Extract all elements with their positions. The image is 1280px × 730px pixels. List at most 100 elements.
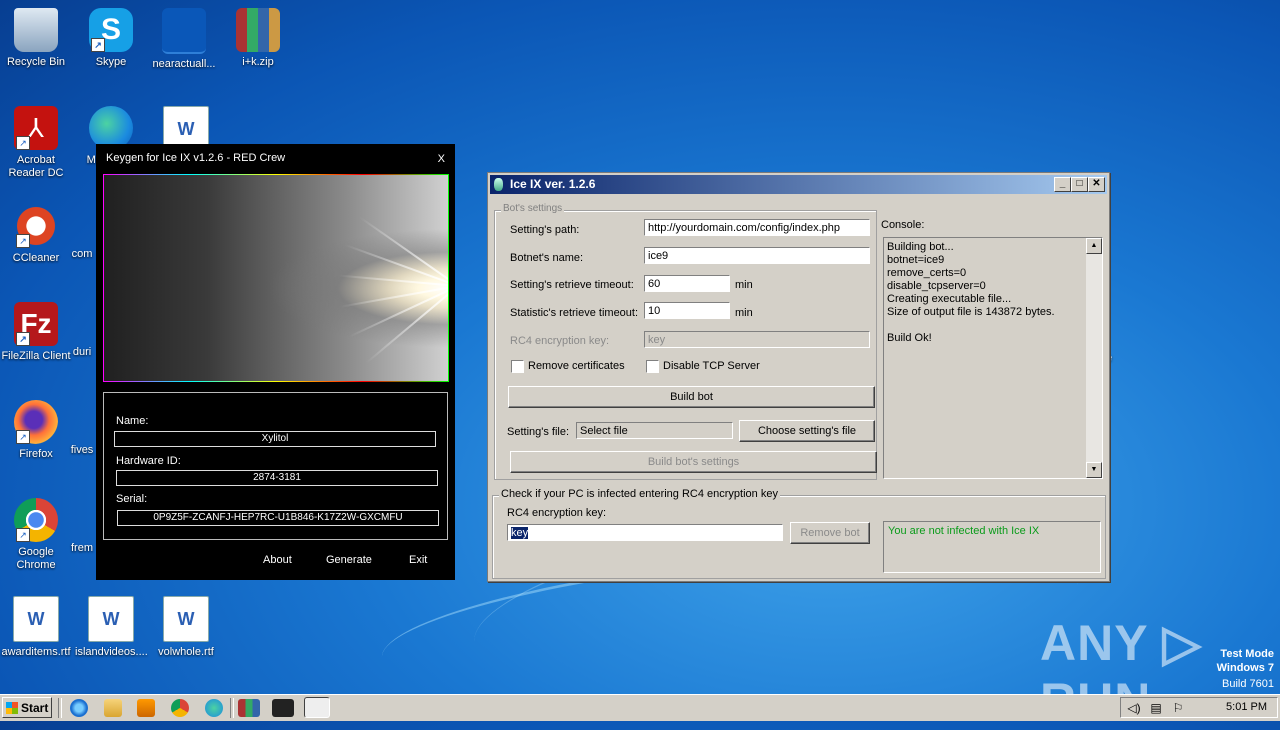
scroll-up-arrow-icon[interactable]: ▲ xyxy=(1086,238,1102,254)
settings-file-input[interactable]: Select file xyxy=(576,422,733,439)
keygen-title: Keygen for Ice IX v1.2.6 - RED Crew xyxy=(106,152,286,164)
volume-icon[interactable]: ◁) xyxy=(1127,701,1141,715)
serial-label: Serial: xyxy=(116,493,148,505)
edge-taskbar-icon[interactable] xyxy=(205,699,223,717)
disable-tcp-label: Disable TCP Server xyxy=(663,360,760,372)
botnet-name-label: Botnet's name: xyxy=(510,252,584,264)
desktop-icon-label: Acrobat Reader DC xyxy=(8,154,64,179)
rc4-key-input[interactable]: key xyxy=(644,331,870,348)
desktop-icon-skype[interactable]: S ↗ Skype xyxy=(75,8,147,69)
desktop-icon-label: CCleaner xyxy=(12,252,60,264)
generate-button[interactable]: Generate xyxy=(326,554,372,566)
minimize-button[interactable]: _ xyxy=(1054,177,1071,192)
iceix-taskbar-icon[interactable] xyxy=(304,697,330,718)
keygen-fields-panel: Name: Xylitol Hardware ID: 2874-3181 Ser… xyxy=(103,392,448,540)
taskbar-separator xyxy=(58,698,62,718)
desktop-icon-label: duri xyxy=(72,346,92,358)
botnet-name-input[interactable]: ice9 xyxy=(644,247,870,264)
desktop-icon-chrome[interactable]: ↗ Google Chrome xyxy=(0,498,72,572)
start-label: Start xyxy=(21,701,49,715)
scroll-down-arrow-icon[interactable]: ▼ xyxy=(1086,462,1102,478)
remove-bot-button[interactable]: Remove bot xyxy=(790,522,870,544)
rc4-key-label: RC4 encryption key: xyxy=(510,335,610,347)
console-text: Building bot... botnet=ice9 remove_certs… xyxy=(887,241,1055,344)
keygen-taskbar-icon[interactable] xyxy=(272,699,294,717)
desktop-icon-label: volwhole.rtf xyxy=(158,646,214,658)
remove-certificates-checkbox[interactable] xyxy=(511,360,524,373)
name-label: Name: xyxy=(116,415,149,427)
hardware-id-field[interactable]: 2874-3181 xyxy=(116,470,438,486)
media-player-icon[interactable] xyxy=(137,699,155,717)
build-bots-settings-button[interactable]: Build bot's settings xyxy=(510,451,877,473)
keygen-artwork xyxy=(103,174,449,382)
ie-icon[interactable] xyxy=(70,699,88,717)
stats-timeout-input[interactable]: 10 xyxy=(644,302,730,319)
maximize-button[interactable]: □ xyxy=(1071,177,1088,192)
stats-timeout-label: Statistic's retrieve timeout: xyxy=(510,307,639,319)
clock[interactable]: 5:01 PM xyxy=(1226,701,1267,713)
check-rc4-key-label: RC4 encryption key: xyxy=(507,507,607,519)
desktop-icon-label: com xyxy=(71,248,93,260)
infection-check-group-label: Check if your PC is infected entering RC… xyxy=(499,488,780,500)
iceix-title: Ice IX ver. 1.2.6 xyxy=(510,177,596,191)
settings-file-label: Setting's file: xyxy=(507,426,570,438)
explorer-icon[interactable] xyxy=(104,699,122,717)
winrar-archive-icon xyxy=(236,8,280,52)
choose-settings-file-button[interactable]: Choose setting's file xyxy=(739,420,875,442)
test-mode-label: Test Mode xyxy=(1220,648,1274,660)
desktop-icon-nearactuall[interactable]: nearactuall... xyxy=(148,8,220,71)
desktop-icon-label: nearactuall... xyxy=(152,58,216,70)
desktop-icon-acrobat[interactable]: ⅄ ↗ Acrobat Reader DC xyxy=(0,106,72,180)
recycle-bin-icon xyxy=(14,8,58,52)
disable-tcp-checkbox[interactable] xyxy=(646,360,659,373)
desktop-icon-label: Google Chrome xyxy=(16,546,56,571)
winrar-taskbar-icon[interactable] xyxy=(238,699,260,717)
bots-settings-group-label: Bot's settings xyxy=(501,203,565,214)
desktop-icon-awarditems[interactable]: W awarditems.rtf xyxy=(0,596,72,659)
exit-button[interactable]: Exit xyxy=(409,554,427,566)
chrome-taskbar-icon[interactable] xyxy=(171,699,189,717)
desktop-icon-recycle-bin[interactable]: Recycle Bin xyxy=(0,8,72,69)
settings-path-input[interactable]: http://yourdomain.com/config/index.php xyxy=(644,219,870,236)
build-label: Build 7601 xyxy=(1222,678,1274,690)
about-button[interactable]: About xyxy=(263,554,292,566)
taskbar: Start ◁) ▤ ⚐ 5:01 PM xyxy=(0,694,1280,721)
acrobat-icon: ⅄ ↗ xyxy=(14,106,58,150)
desktop-icon-label: Skype xyxy=(95,56,127,68)
iceix-title-bar[interactable]: Ice IX ver. 1.2.6 _ □ ✕ xyxy=(490,175,1107,194)
hardware-id-label: Hardware ID: xyxy=(116,455,181,467)
filezilla-icon: Fz ↗ xyxy=(14,302,58,346)
network-icon[interactable]: ▤ xyxy=(1149,701,1163,715)
word-document-icon: W xyxy=(13,596,59,642)
settings-timeout-input[interactable]: 60 xyxy=(644,275,730,292)
build-bot-button[interactable]: Build bot xyxy=(508,386,875,408)
check-rc4-key-input[interactable]: key xyxy=(507,524,783,541)
close-button[interactable]: ✕ xyxy=(1088,177,1105,192)
taskbar-separator xyxy=(230,698,234,718)
keygen-close-button[interactable]: X xyxy=(438,153,445,165)
chrome-icon: ↗ xyxy=(14,498,58,542)
desktop-icon-label: islandvideos.... xyxy=(75,646,148,658)
name-field[interactable]: Xylitol xyxy=(114,431,436,447)
console-scrollbar[interactable]: ▲ ▼ xyxy=(1086,238,1102,478)
serial-field[interactable]: 0P9Z5F-ZCANFJ-HEP7RC-U1B846-K17Z2W-GXCMF… xyxy=(117,510,439,526)
iceix-window[interactable]: Ice IX ver. 1.2.6 _ □ ✕ Bot's settings S… xyxy=(487,172,1110,582)
iceix-app-icon xyxy=(494,178,503,191)
desktop-icon-ik-zip[interactable]: i+k.zip xyxy=(222,8,294,69)
settings-path-label: Setting's path: xyxy=(510,224,580,236)
desktop-icon-islandvideos[interactable]: W islandvideos.... xyxy=(75,596,148,659)
keygen-window[interactable]: Keygen for Ice IX v1.2.6 - RED Crew X Na… xyxy=(96,144,455,580)
desktop-icon-volwhole[interactable]: W volwhole.rtf xyxy=(150,596,222,659)
infection-status: You are not infected with Ice IX xyxy=(883,521,1101,573)
os-label: Windows 7 xyxy=(1216,662,1274,674)
desktop-icon-label: Firefox xyxy=(19,448,53,460)
desktop-icon-label: i+k.zip xyxy=(242,56,274,68)
firefox-icon: ↗ xyxy=(14,400,58,444)
remove-certificates-label: Remove certificates xyxy=(528,360,625,372)
desktop-icon-label: Recycle Bin xyxy=(6,56,66,68)
ccleaner-icon: ↗ xyxy=(14,204,58,248)
start-button[interactable]: Start xyxy=(2,697,52,718)
action-center-flag-icon[interactable]: ⚐ xyxy=(1171,701,1185,715)
desktop-icon-label: FileZilla Client xyxy=(1,350,71,362)
console-output[interactable]: Building bot... botnet=ice9 remove_certs… xyxy=(883,237,1103,479)
